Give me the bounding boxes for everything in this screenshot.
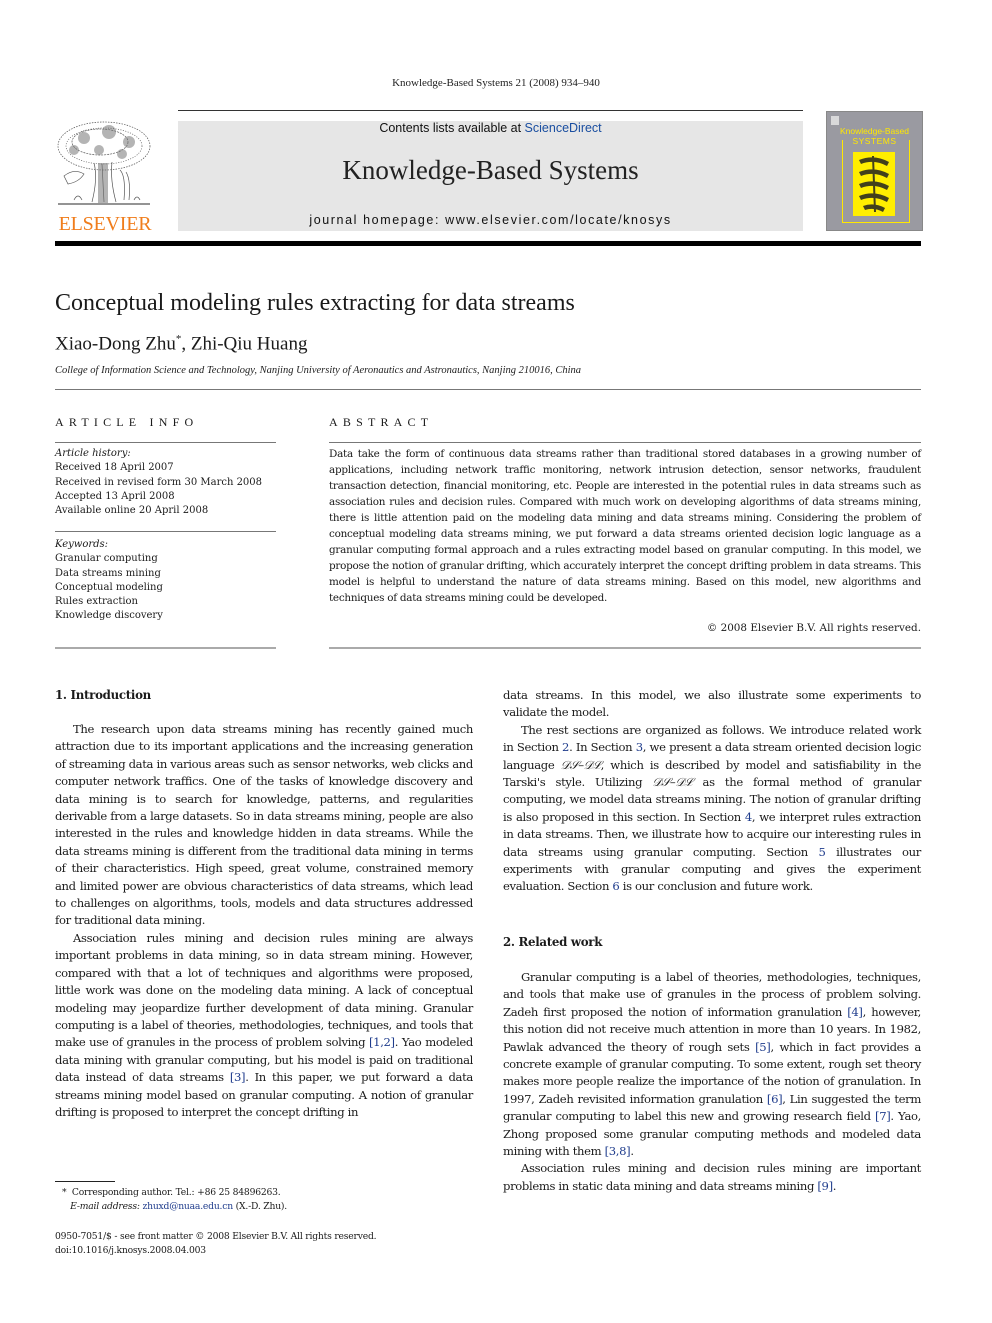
history-accepted: Accepted 13 April 2008 [55,490,175,502]
article-history: Article history: Received 18 April 2007 … [55,447,285,518]
related-work-body: Granular computing is a label of theorie… [503,969,921,1195]
cover-helix-image [853,152,895,216]
article-info-heading: ARTICLE INFO [55,415,199,429]
related-paragraph-1: Granular computing is a label of theorie… [503,969,921,1160]
right-column-body: data streams. In this model, we also ill… [503,687,921,896]
intro-paragraph-1: The research upon data streams mining ha… [55,722,473,928]
running-head: Knowledge-Based Systems 21 (2008) 934–94… [392,77,600,89]
keyword-item: Knowledge discovery [55,610,163,622]
journal-title: Knowledge-Based Systems [342,155,639,185]
author-separator: , [181,333,191,355]
author-list: Xiao-Dong Zhu*, Zhi-Qiu Huang [55,333,307,355]
front-matter-note: 0950-7051/$ - see front matter © 2008 El… [55,1231,377,1242]
keywords-rule [55,531,276,532]
keywords: Keywords: Granular computing Data stream… [55,538,285,624]
keyword-item: Conceptual modeling [55,581,163,593]
citation-link[interactable]: [5] [755,1040,771,1054]
article-history-label: Article history: [55,448,131,459]
cover-publisher-icon [831,116,839,125]
citation-link[interactable]: [4] [847,1005,863,1019]
keyword-item: Data streams mining [55,567,161,579]
author-name[interactable]: Zhi-Qiu Huang [191,333,308,354]
contents-line: Contents lists available at ScienceDirec… [178,121,803,135]
section-link[interactable]: 2 [562,740,569,754]
section-heading-introduction: 1. Introduction [55,688,151,702]
keyword-item: Granular computing [55,553,158,565]
footnote-mark: * [62,1187,67,1198]
section-heading-related-work: 2. Related work [503,935,603,949]
email-link[interactable]: zhuxd@nuaa.edu.cn [142,1201,233,1212]
text-run: is our conclusion and future work. [619,879,813,894]
email-label: E-mail address: [70,1201,140,1212]
dsdl-symbol: 𝒟𝒮–𝒟ℒ [560,757,601,772]
abstract-heading: ABSTRACT [329,415,434,429]
contents-prefix: Contents lists available at [379,121,525,135]
dsdl-symbol: 𝒟𝒮–𝒟ℒ [652,775,693,790]
footnote-rule [55,1181,115,1182]
history-received: Received 18 April 2007 [55,462,174,474]
text-run: . [832,1178,837,1193]
text-run: . In Section [569,740,636,755]
abstract-copyright: © 2008 Elsevier B.V. All rights reserved… [706,622,921,634]
journal-cover-thumbnail[interactable]: Knowledge-Based SYSTEMS [826,111,923,231]
history-revised: Received in revised form 30 March 2008 [55,476,263,488]
abstract-bottom-rule [329,647,921,649]
email-suffix: (X.-D. Zhu). [232,1201,288,1212]
history-online: Available online 20 April 2008 [55,505,209,517]
citation-link[interactable]: [3] [230,1070,246,1084]
sciencedirect-link[interactable]: ScienceDirect [525,121,602,135]
keyword-item: Rules extraction [55,596,138,608]
cover-title-line1: Knowledge-Based [840,126,909,136]
section-link[interactable]: 3 [636,740,643,754]
section-link[interactable]: 5 [819,845,826,859]
helix-icon [859,155,889,213]
journal-masthead: Contents lists available at ScienceDirec… [178,121,803,231]
intro-paragraph-2: Association rules mining and decision ru… [55,930,473,1121]
citation-link[interactable]: [7] [875,1109,891,1123]
text-run: . [630,1144,634,1159]
tree-icon [54,118,154,210]
abstract-rule [329,442,921,443]
citation-link[interactable]: [3,8] [605,1144,631,1158]
article-title: Conceptual modeling rules extracting for… [55,290,575,316]
intro-paragraph-3: The rest sections are organized as follo… [503,722,921,896]
left-column-body: The research upon data streams mining ha… [55,721,473,1121]
corresponding-author-note: Corresponding author. Tel.: +86 25 84896… [71,1187,281,1198]
abstract-text: Data take the form of continuous data st… [329,448,921,604]
article-info-rule [55,442,276,443]
title-block-rule [55,389,921,390]
citation-link[interactable]: [1,2] [369,1035,395,1049]
cover-title-line2: SYSTEMS [852,136,897,146]
elsevier-wordmark: ELSEVIER [58,213,152,235]
text-run: Association rules mining and decision ru… [503,1161,921,1193]
masthead-bottom-rule [55,241,921,246]
text-run: Association rules mining and decision ru… [55,930,473,1050]
keywords-label: Keywords: [55,539,109,550]
citation-link[interactable]: [9] [817,1179,833,1193]
section-link[interactable]: 4 [745,810,752,824]
footnote-corresponding: * Corresponding author. Tel.: +86 25 848… [62,1186,482,1214]
front-matter: 0950-7051/$ - see front matter © 2008 El… [55,1230,485,1258]
author-name[interactable]: Xiao-Dong Zhu [55,333,176,354]
citation-link[interactable]: [6] [767,1092,783,1106]
doi[interactable]: doi:10.1016/j.knosys.2008.04.003 [55,1244,485,1258]
masthead-top-rule [178,110,803,111]
elsevier-logo[interactable]: ELSEVIER [54,118,156,235]
article-info-bottom-rule [55,647,276,649]
related-paragraph-2: Association rules mining and decision ru… [503,1160,921,1195]
intro-paragraph-2-continued: data streams. In this model, we also ill… [503,688,921,720]
affiliation: College of Information Science and Techn… [55,365,582,376]
journal-homepage-link[interactable]: journal homepage: www.elsevier.com/locat… [178,213,803,227]
